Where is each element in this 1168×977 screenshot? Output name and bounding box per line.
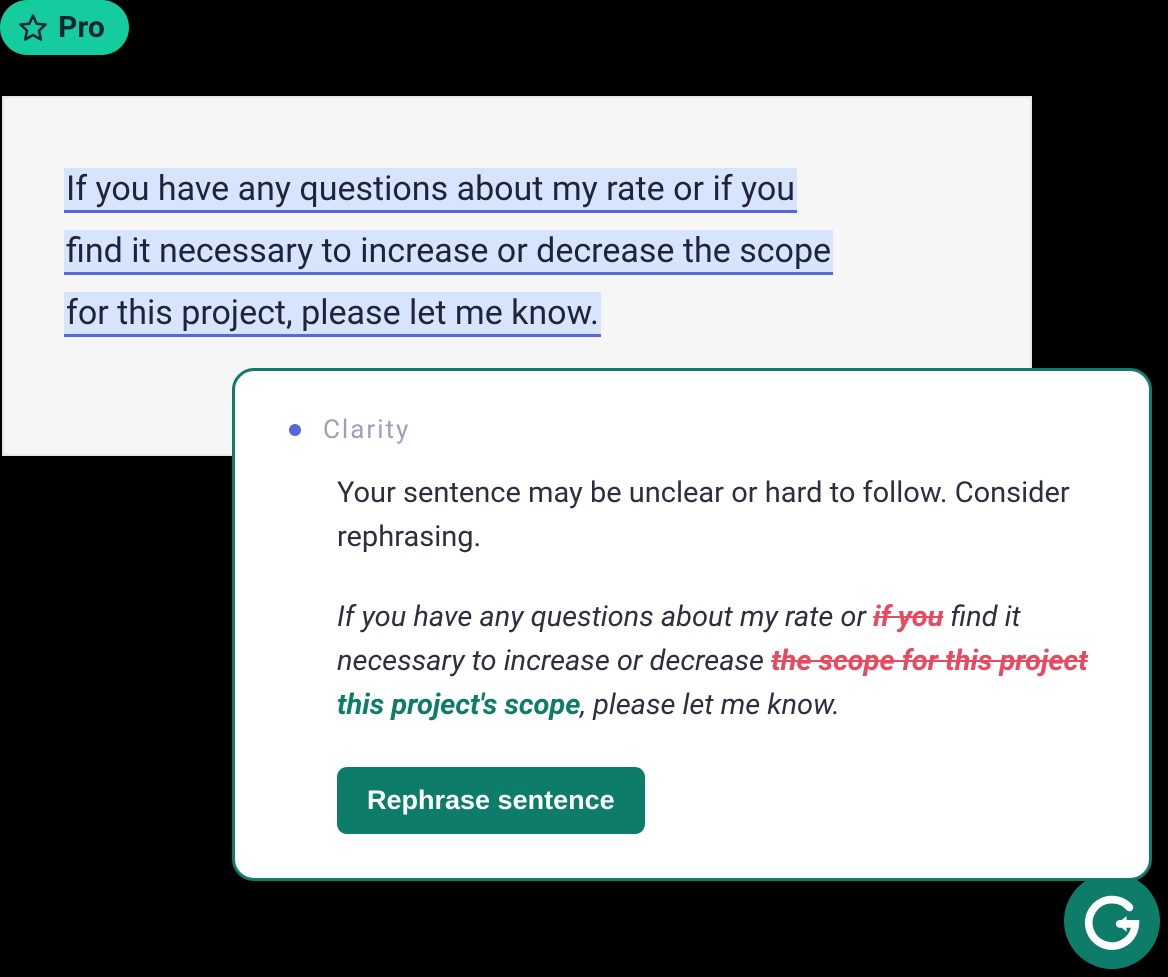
pro-label: Pro [58,10,105,45]
editor-line-1: If you have any questions about my rate … [64,168,797,213]
suggestion-card: Clarity Your sentence may be unclear or … [232,368,1152,881]
rephrase-button[interactable]: Rephrase sentence [337,767,645,834]
rewrite-part-3: , please let me know. [580,688,840,722]
editor-text[interactable]: If you have any questions about my rate … [64,158,970,344]
bullet-icon [289,424,301,436]
rewrite-strike-1: if you [873,600,943,634]
pro-badge: Pro [0,0,129,55]
editor-line-3: for this project, please let me know. [64,292,601,337]
editor-line-2: find it necessary to increase or decreas… [64,230,833,275]
suggestion-body: Your sentence may be unclear or hard to … [289,471,1095,834]
rewrite-part-1: If you have any questions about my rate … [337,600,873,634]
star-icon [18,13,48,43]
suggestion-header: Clarity [289,415,1095,445]
suggestion-rewrite: If you have any questions about my rate … [337,595,1095,727]
grammarly-logo-icon[interactable] [1064,873,1160,969]
rewrite-strike-2: the scope for this project [771,644,1088,678]
rewrite-insert-1: this project's scope [337,688,580,722]
suggestion-category: Clarity [323,415,410,445]
suggestion-explanation: Your sentence may be unclear or hard to … [337,471,1095,559]
